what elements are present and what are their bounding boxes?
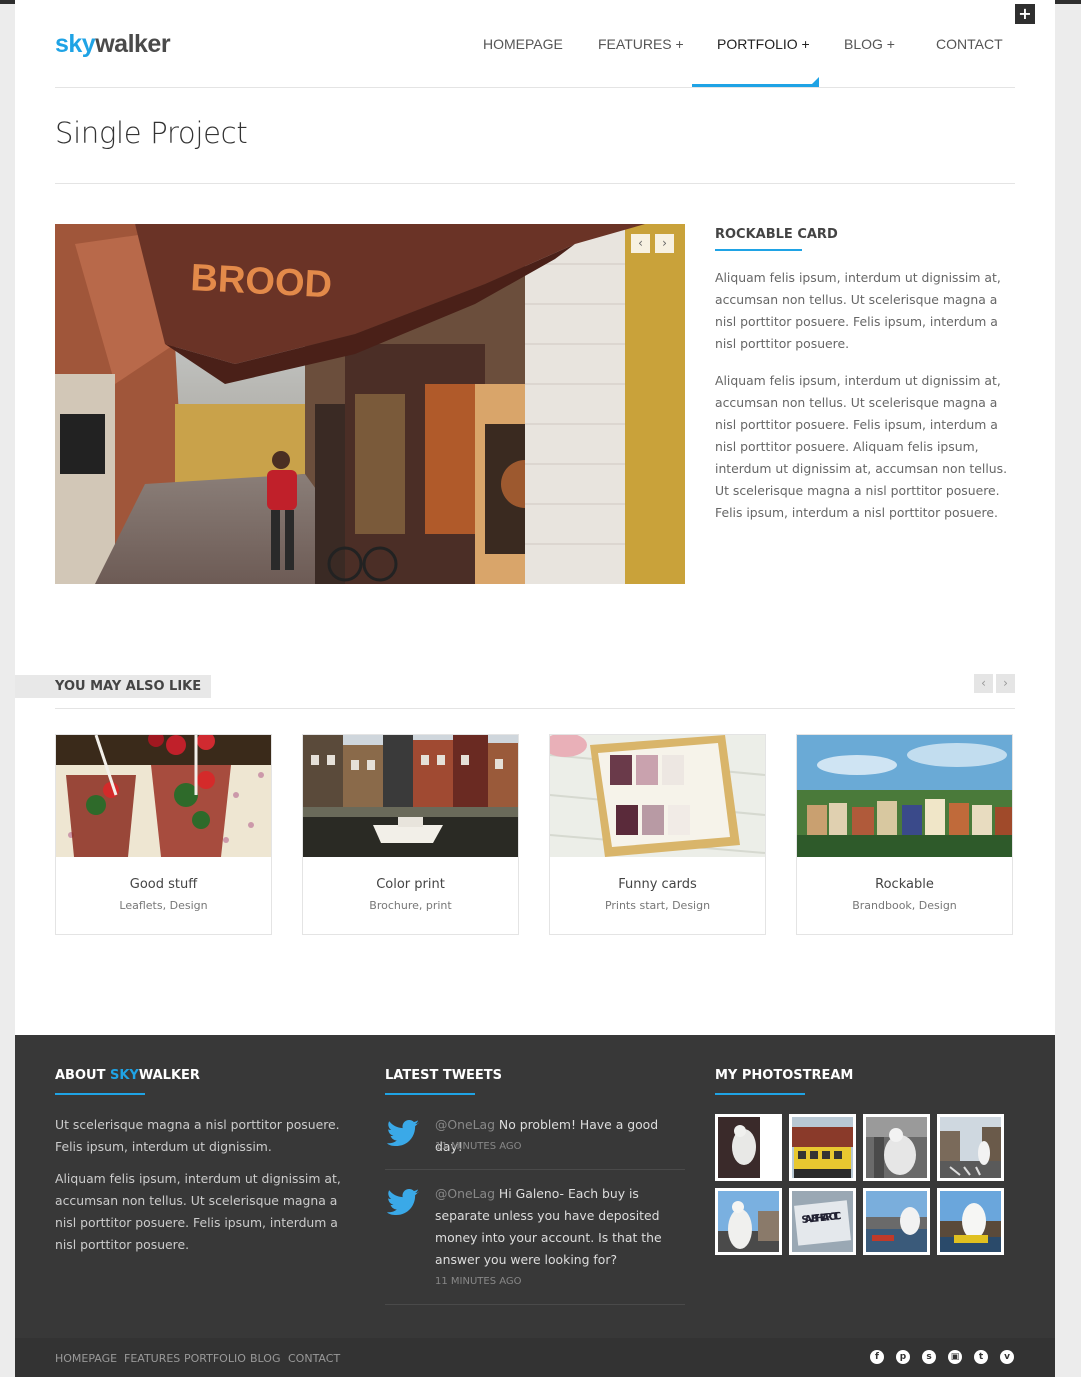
related-card-title: Color print [376, 877, 445, 892]
page-title: Single Project [55, 116, 248, 150]
related-card[interactable]: Funny cards Prints start, Design [549, 734, 766, 935]
footer-photostream-heading: My Photostream [715, 1068, 854, 1083]
related-card-title: Good stuff [129, 877, 198, 892]
chevron-left-icon: ‹ [981, 676, 986, 690]
twitter-icon[interactable]: t [974, 1350, 988, 1364]
slider-next-button[interactable]: › [655, 234, 674, 253]
photostream-thumb[interactable] [715, 1114, 782, 1181]
tweet-text: @OneLag Hi Galeno- Each buy is separate … [435, 1186, 662, 1267]
related-card-subtitle: Prints start, Design [604, 899, 711, 912]
expand-panel-button[interactable]: + [1015, 4, 1035, 24]
twitter-bird-icon [387, 1189, 419, 1215]
project-heading: Rockable Card [715, 227, 838, 242]
footer-link-portfolio[interactable]: Portfolio [184, 1352, 246, 1365]
project-paragraph-2: Aliquam felis ipsum, interdum ut digniss… [715, 373, 1008, 520]
related-card-subtitle: Brandbook, Design [852, 899, 957, 912]
related-card-title: Rockable [875, 877, 934, 892]
pinterest-icon[interactable]: p [896, 1350, 910, 1364]
project-image-slider[interactable]: BROOD ‹ › [55, 224, 685, 584]
project-paragraph-1: Aliquam felis ipsum, interdum ut digniss… [715, 270, 1001, 351]
footer-tweets-heading: Latest Tweets [385, 1068, 503, 1083]
related-card[interactable]: Rockable Brandbook, Design [796, 734, 1013, 935]
skype-icon[interactable]: s [922, 1350, 936, 1364]
footer-link-features[interactable]: Features [124, 1352, 180, 1365]
site-logo[interactable]: skywalker [55, 30, 171, 59]
chevron-left-icon: ‹ [638, 236, 643, 250]
related-card[interactable]: Color print Brochure, print [302, 734, 519, 935]
related-divider [55, 708, 1015, 709]
footer-tweets-underline [385, 1093, 475, 1095]
footer-about-paragraph-2: Aliquam felis ipsum, interdum ut digniss… [55, 1171, 341, 1252]
footer-about-underline [55, 1093, 145, 1095]
chevron-right-icon: › [1003, 676, 1008, 690]
photostream-thumb[interactable] [937, 1188, 1004, 1255]
photostream-thumb[interactable] [863, 1188, 930, 1255]
twitter-bird-icon [387, 1120, 419, 1146]
nav-item-contact[interactable]: Contact [936, 36, 1003, 52]
related-card-image [56, 735, 271, 857]
svg-text:BROOD: BROOD [190, 257, 333, 306]
related-card-subtitle: Leaflets, Design [119, 899, 208, 912]
footer-link-blog[interactable]: Blog [250, 1352, 280, 1365]
related-next-button[interactable]: › [996, 674, 1015, 693]
logo-walker-part: walker [95, 30, 171, 58]
logo-sky-part: sky [55, 30, 96, 58]
nav-item-portfolio[interactable]: Portfolio + [717, 36, 810, 52]
related-heading: You may also like [55, 679, 202, 694]
tweet-time: 11 minutes ago [435, 1276, 522, 1287]
footer-photostream-underline [715, 1093, 805, 1095]
nav-item-homepage[interactable]: Homepage [483, 36, 563, 52]
tweet-handle-link[interactable]: @OneLag [435, 1117, 495, 1132]
related-card-image [550, 735, 765, 857]
chevron-right-icon: › [662, 236, 667, 250]
related-card-title: Funny cards [618, 877, 697, 892]
related-card-image [303, 735, 518, 857]
photostream-thumb[interactable] [863, 1114, 930, 1181]
footer-link-contact[interactable]: Contact [288, 1352, 340, 1365]
slider-prev-button[interactable]: ‹ [631, 234, 650, 253]
photostream-thumb[interactable] [789, 1114, 856, 1181]
footer-about-paragraph-1: Ut scelerisque magna a nisl porttitor po… [55, 1117, 340, 1154]
nav-active-triangle [811, 77, 819, 85]
related-card[interactable]: Good stuff Leaflets, Design [55, 734, 272, 935]
footer-about-heading: About skywalker [55, 1068, 200, 1083]
tweet-time: 11 minutes ago [435, 1141, 522, 1152]
nav-item-blog[interactable]: Blog + [844, 36, 895, 52]
tweet-divider [385, 1304, 685, 1305]
photostream-thumb[interactable]: SAVE THE ARCTIC [789, 1188, 856, 1255]
facebook-icon[interactable]: f [870, 1350, 884, 1364]
footer-link-homepage[interactable]: Homepage [55, 1352, 117, 1365]
flickr-icon[interactable]: ▣ [948, 1350, 962, 1364]
vimeo-icon[interactable]: v [1000, 1350, 1014, 1364]
related-card-subtitle: Brochure, print [369, 899, 452, 912]
nav-item-features[interactable]: Features + [598, 36, 684, 52]
project-photo: BROOD [55, 224, 685, 584]
project-heading-underline [715, 249, 802, 251]
tweet-handle-link[interactable]: @OneLag [435, 1186, 495, 1201]
photostream-thumb[interactable] [937, 1114, 1004, 1181]
related-prev-button[interactable]: ‹ [974, 674, 993, 693]
related-card-image [797, 735, 1012, 857]
tweet-divider [385, 1169, 685, 1170]
header-divider [55, 87, 1015, 88]
photostream-thumb[interactable] [715, 1188, 782, 1255]
title-divider [55, 183, 1015, 184]
